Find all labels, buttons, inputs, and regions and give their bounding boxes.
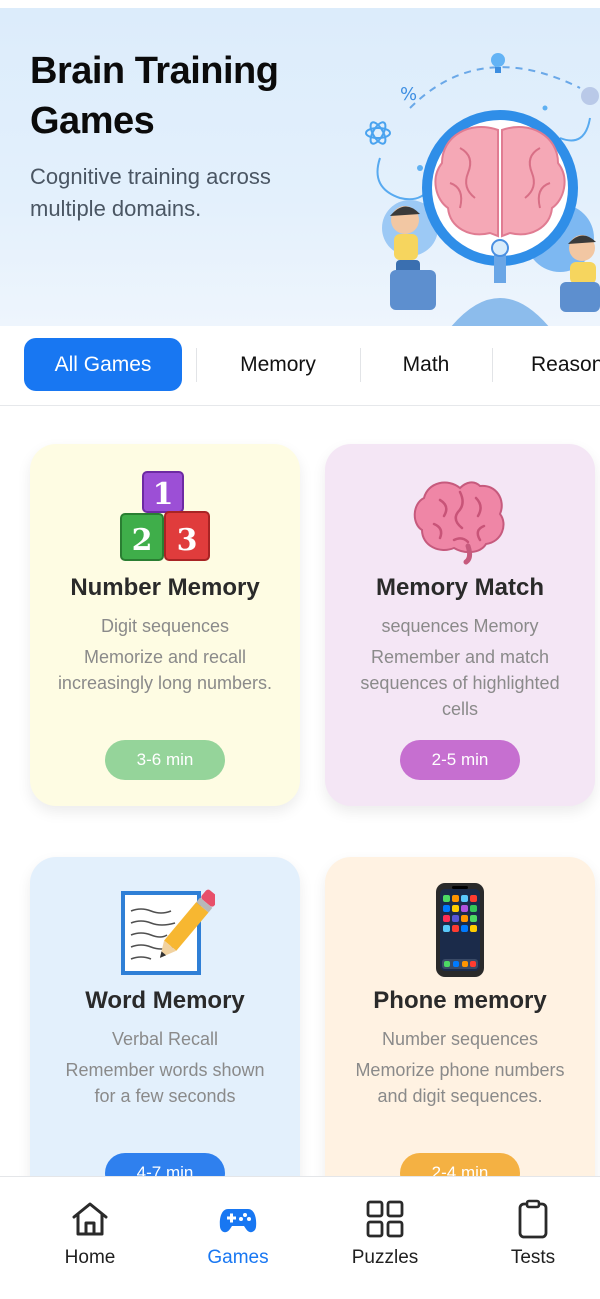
svg-text:2: 2 bbox=[132, 523, 153, 558]
svg-text:3: 3 bbox=[177, 523, 198, 558]
nav-label: Home bbox=[64, 1247, 116, 1268]
game-description: Remember and match sequences of highligh… bbox=[360, 647, 560, 719]
notepad-pencil-icon bbox=[121, 889, 215, 975]
brain-training-illustration: % bbox=[365, 53, 600, 326]
tab-math[interactable]: Math bbox=[380, 338, 472, 391]
nav-label: Games bbox=[207, 1247, 269, 1268]
nav-puzzles[interactable]: Puzzles bbox=[325, 1195, 445, 1285]
duration-badge: 4-7 min bbox=[105, 1153, 225, 1176]
tab-divider bbox=[492, 348, 493, 382]
game-description: Remember words shown for a few seconds bbox=[65, 1060, 265, 1106]
game-title: Memory Match bbox=[375, 574, 545, 601]
game-title: Word Memory bbox=[85, 987, 245, 1014]
games-grid: 1 2 3 Number Memory Digit sequences Memo… bbox=[0, 406, 600, 1176]
page-subtitle: Cognitive training across multiple domai… bbox=[30, 164, 271, 221]
duration-badge: 2-5 min bbox=[400, 740, 520, 780]
hero-banner: Brain Training Games Cognitive training … bbox=[0, 8, 600, 326]
brain-icon bbox=[413, 481, 505, 565]
nav-label: Tests bbox=[510, 1247, 556, 1268]
game-description: Memorize and recall increasingly long nu… bbox=[57, 647, 273, 693]
bottom-navigation: Home Games Puzzles Tests bbox=[0, 1176, 600, 1299]
game-card-number-memory[interactable]: 1 2 3 Number Memory Digit sequences Memo… bbox=[30, 444, 300, 806]
game-card-phone-memory[interactable]: Phone memory Number sequences Memorize p… bbox=[325, 857, 595, 1176]
duration-badge: 3-6 min bbox=[105, 740, 225, 780]
game-category: Digit sequences bbox=[100, 616, 230, 636]
game-category: Number sequences bbox=[381, 1029, 539, 1049]
svg-text:%: % bbox=[400, 84, 417, 105]
number-blocks-icon: 1 2 3 bbox=[120, 471, 210, 561]
nav-label: Puzzles bbox=[351, 1247, 419, 1268]
category-tabs: All Games Memory Math Reason bbox=[0, 326, 600, 406]
tab-reason[interactable]: Reason bbox=[522, 338, 600, 391]
gamepad-icon bbox=[219, 1209, 257, 1233]
game-description: Memorize phone numbers and digit sequenc… bbox=[355, 1060, 565, 1106]
grid-icon bbox=[366, 1200, 404, 1238]
tab-memory[interactable]: Memory bbox=[216, 338, 340, 391]
nav-games[interactable]: Games bbox=[178, 1195, 298, 1285]
nav-tests[interactable]: Tests bbox=[473, 1195, 593, 1285]
smartphone-icon bbox=[436, 883, 484, 977]
svg-text:1: 1 bbox=[153, 477, 174, 512]
game-card-memory-match[interactable]: Memory Match sequences Memory Remember a… bbox=[325, 444, 595, 806]
game-category: Verbal Recall bbox=[111, 1029, 219, 1049]
duration-badge: 2-4 min bbox=[400, 1153, 520, 1176]
game-title: Number Memory bbox=[70, 574, 260, 601]
nav-home[interactable]: Home bbox=[30, 1195, 150, 1285]
tab-divider bbox=[360, 348, 361, 382]
home-icon bbox=[72, 1202, 108, 1236]
tab-divider bbox=[196, 348, 197, 382]
clipboard-icon bbox=[518, 1199, 548, 1239]
tab-all-games[interactable]: All Games bbox=[24, 338, 182, 391]
game-category: sequences Memory bbox=[381, 616, 539, 636]
game-title: Phone memory bbox=[373, 987, 547, 1014]
game-card-word-memory[interactable]: Word Memory Verbal Recall Remember words… bbox=[30, 857, 300, 1176]
page-title: Brain Training Games bbox=[30, 50, 279, 142]
